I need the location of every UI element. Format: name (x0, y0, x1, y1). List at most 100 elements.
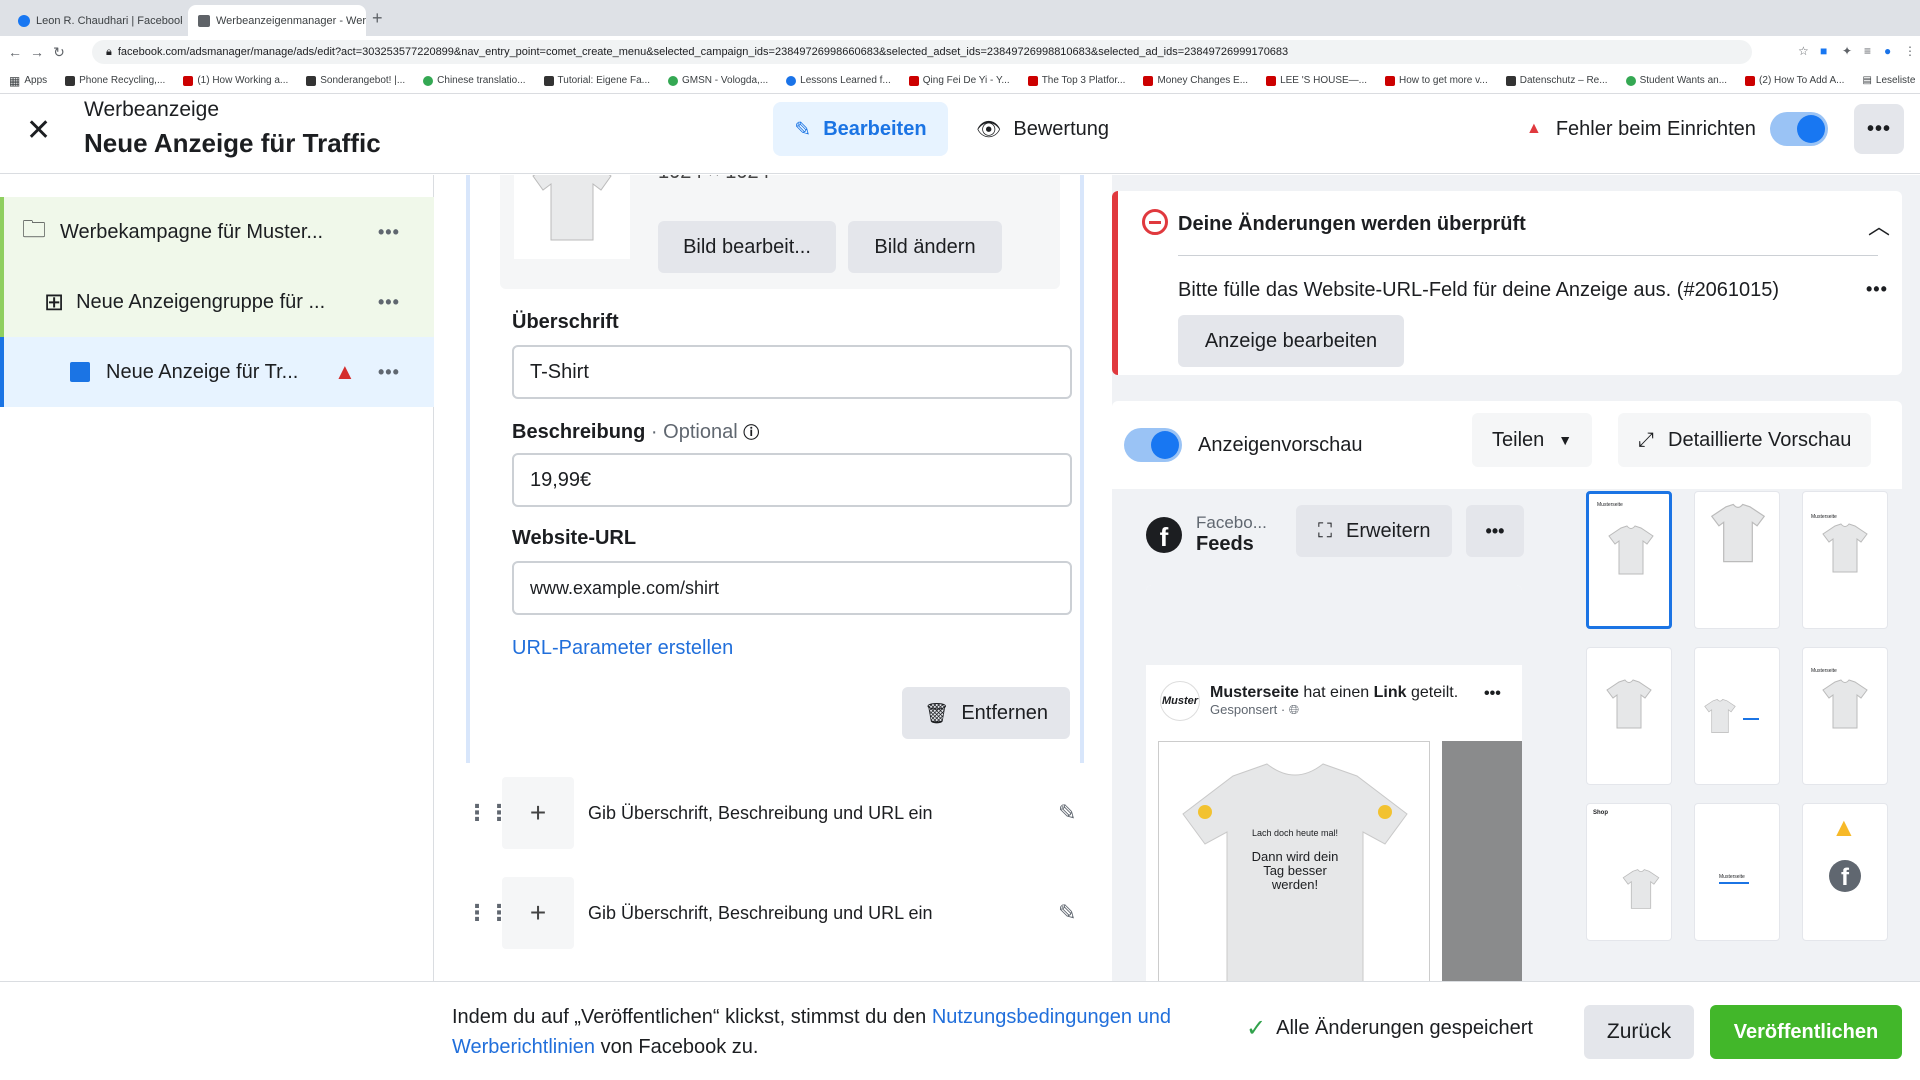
drag-handle-icon[interactable]: ⋮⋮ (466, 802, 510, 824)
change-image-button[interactable]: Bild ändern (848, 221, 1002, 273)
bookmark-item[interactable]: The Top 3 Platfor... (1019, 75, 1135, 86)
star-icon[interactable]: ☆ (1798, 44, 1809, 58)
back-arrow-icon[interactable]: ← (4, 44, 26, 60)
bookmark-item[interactable]: Money Changes E... (1134, 75, 1257, 86)
bookmark-item[interactable]: Tutorial: Eigene Fa... (535, 75, 659, 86)
new-tab-icon[interactable]: + (372, 8, 383, 29)
placement-thumb-feed[interactable]: Musterseite (1586, 491, 1672, 629)
pencil-icon[interactable]: ✎ (1058, 900, 1076, 926)
reload-icon[interactable]: ↻ (48, 44, 70, 61)
bookmark-item[interactable]: Chinese translatio... (414, 75, 534, 86)
ad-editor-panel: 1024 × 1024 ✕ Bild bearbeit... Bild ände… (452, 175, 1094, 981)
bookmark-item[interactable]: Datenschutz – Re... (1497, 75, 1617, 86)
campaign-more-icon[interactable]: ••• (378, 222, 400, 243)
tree-item-campaign[interactable]: 🗀︎ Werbekampagne für Muster... ••• (0, 197, 434, 267)
ad-icon (70, 362, 90, 382)
bookmark-favicon-icon (65, 75, 76, 86)
add-plus-icon[interactable]: + (502, 777, 574, 849)
ad-more-icon[interactable]: ••• (378, 362, 400, 383)
review-mode-button[interactable]: 👁︎ Bewertung (976, 102, 1109, 156)
adset-more-icon[interactable]: ••• (378, 292, 400, 313)
edit-ad-button[interactable]: Anzeige bearbeiten (1178, 315, 1404, 367)
browser-tab-bar: Leon R. Chaudhari | Facebook ✕ Werbeanze… (0, 0, 1920, 36)
bookmark-item[interactable]: Sonderangebot! |... (297, 75, 414, 86)
placement-thumb-shop[interactable]: Shop (1586, 803, 1672, 941)
expand-button[interactable]: ⛶ Erweitern (1296, 505, 1453, 557)
bookmark-item[interactable]: Phone Recycling,... (56, 75, 174, 86)
facebook-logo-icon: f (1146, 516, 1182, 553)
back-button[interactable]: Zurück (1584, 1005, 1694, 1059)
bookmark-item[interactable]: Qing Fei De Yi - Y... (900, 75, 1019, 86)
placement-thumb[interactable]: Musterseite (1802, 647, 1888, 785)
profile-avatar-icon[interactable]: ● (1884, 44, 1891, 58)
browser-tab-adsmanager[interactable]: Werbeanzeigenmanager - Wer ✕ (188, 5, 366, 36)
headline-input[interactable]: T-Shirt (512, 345, 1072, 399)
remove-image-icon[interactable]: ✕ (1014, 175, 1034, 176)
review-notice-card: Deine Änderungen werden überprüft ︿ Bitt… (1112, 191, 1902, 375)
publish-button[interactable]: Veröffentlichen (1710, 1005, 1902, 1059)
tshirt-mini-icon (1704, 698, 1736, 733)
drag-handle-icon[interactable]: ⋮⋮ (466, 902, 510, 924)
additional-variations: ⋮⋮ + Gib Überschrift, Beschreibung und U… (452, 763, 1094, 981)
placement-thumb[interactable] (1586, 647, 1672, 785)
chevron-up-icon[interactable]: ︿ (1868, 209, 1890, 241)
facebook-logo-icon: f (1829, 860, 1861, 892)
remove-button[interactable]: 🗑︎ Entfernen (902, 687, 1070, 739)
tree-item-ad[interactable]: Neue Anzeige für Tr... ▲ ••• (0, 337, 434, 407)
browser-tab-facebook[interactable]: Leon R. Chaudhari | Facebook ✕ (8, 5, 182, 36)
bookmark-item[interactable]: Student Wants an... (1617, 75, 1736, 86)
puzzle-icon[interactable]: ✦ (1842, 44, 1852, 58)
page-title: Neue Anzeige für Traffic (84, 128, 381, 158)
placement-label: f Facebo... Feeds (1146, 513, 1267, 556)
edit-mode-button[interactable]: ✎ Bearbeiten (773, 102, 948, 156)
description-input[interactable]: 19,99€ (512, 453, 1072, 507)
facebook-extension-icon[interactable]: ■ (1820, 44, 1827, 58)
website-url-input[interactable]: www.example.com/shirt (512, 561, 1072, 615)
placement-thumb[interactable]: Musterseite (1694, 803, 1780, 941)
tshirt-mini-icon (1822, 679, 1868, 729)
forward-arrow-icon[interactable]: → (26, 44, 48, 60)
bookmark-item[interactable]: (2) How To Add A... (1736, 75, 1853, 86)
bookmarks-bar: ▦ Apps Phone Recycling,... (1) How Workin… (0, 68, 1920, 94)
post-image: Lach doch heute mal! Dann wird dein Tag … (1158, 741, 1430, 981)
bookmark-item[interactable]: LEE 'S HOUSE—... (1257, 75, 1376, 86)
close-editor-icon[interactable]: ✕ (26, 116, 51, 146)
bookmark-item[interactable]: GMSN - Vologda,... (659, 75, 777, 86)
preview-more-button[interactable]: ••• (1466, 505, 1524, 557)
detailed-preview-button[interactable]: ⤢ Detaillierte Vorschau (1618, 413, 1872, 467)
share-button[interactable]: Teilen ▼ (1472, 413, 1593, 467)
pencil-icon[interactable]: ✎ (1058, 800, 1076, 826)
bookmark-item[interactable]: How to get more v... (1376, 75, 1497, 86)
terms-text: Indem du auf „Veröffentlichen“ klickst, … (452, 1006, 1171, 1058)
reading-list-icon: ▤ (1862, 75, 1872, 86)
url-field[interactable]: 🔒︎ facebook.com/adsmanager/manage/ads/ed… (92, 40, 1752, 64)
placement-thumb[interactable] (1694, 647, 1780, 785)
edit-image-button[interactable]: Bild bearbeit... (658, 221, 836, 273)
website-url-label: Website-URL (512, 527, 637, 549)
ad-active-toggle[interactable] (1769, 112, 1828, 146)
url-parameters-link[interactable]: URL-Parameter erstellen (512, 637, 733, 660)
placement-thumb[interactable]: Musterseite (1802, 491, 1888, 629)
bookmark-apps[interactable]: ▦ Apps (0, 74, 56, 88)
add-plus-icon[interactable]: + (502, 877, 574, 949)
placement-thumb-warning[interactable]: ▲ f (1802, 803, 1888, 941)
tree-item-adset[interactable]: ⊞ Neue Anzeigengruppe für ... ••• (0, 267, 434, 337)
preview-toggle[interactable] (1124, 428, 1182, 462)
trash-icon: 🗑︎ (923, 702, 950, 725)
post-top-area (1146, 585, 1522, 665)
bookmark-item[interactable]: (1) How Working a... (174, 75, 297, 86)
bookmark-favicon-icon (423, 75, 434, 86)
playlist-icon[interactable]: ≡ (1864, 44, 1871, 58)
expand-icon: ⛶ (1318, 519, 1332, 542)
reading-list[interactable]: ▤ Leseliste (1853, 75, 1920, 86)
browser-menu-icon[interactable]: ⋮ (1904, 44, 1916, 58)
more-options-button[interactable]: ••• (1854, 104, 1904, 154)
add-variation-row[interactable]: ⋮⋮ + Gib Überschrift, Beschreibung und U… (466, 875, 1086, 951)
placement-thumb[interactable] (1694, 491, 1780, 629)
bookmark-item[interactable]: Lessons Learned f... (777, 75, 900, 86)
feed-post-preview: Muster Musterseite hat einen Link geteil… (1146, 585, 1522, 981)
add-variation-row[interactable]: ⋮⋮ + Gib Überschrift, Beschreibung und U… (466, 775, 1086, 851)
setup-error-status[interactable]: ▲ Fehler beim Einrichten (1526, 102, 1828, 156)
info-icon[interactable]: ⓘ (743, 425, 759, 442)
notice-more-icon[interactable]: ••• (1866, 279, 1888, 300)
